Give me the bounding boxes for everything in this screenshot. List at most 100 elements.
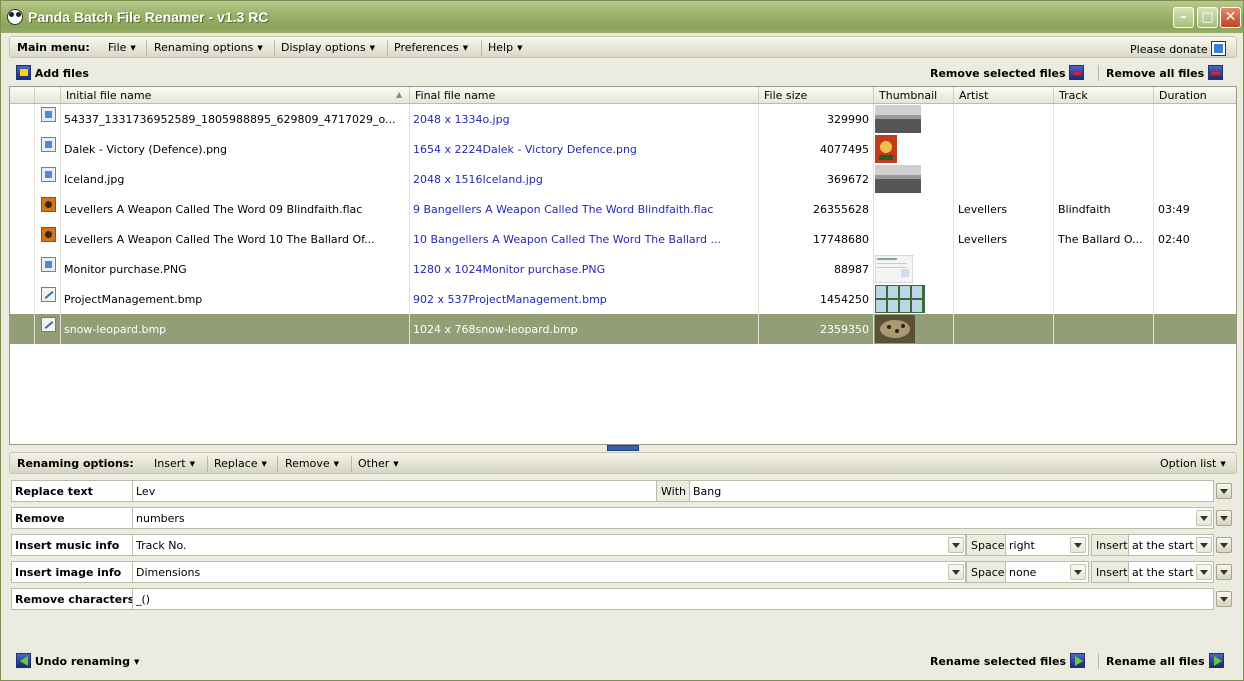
- chevron-down-icon: ▼: [333, 460, 340, 468]
- image-info-dropdown[interactable]: [948, 564, 964, 580]
- chevron-down-icon: ▼: [1220, 460, 1226, 468]
- music-space-dropdown[interactable]: [1070, 537, 1086, 553]
- audio-file-icon: [41, 227, 56, 242]
- options-menu-replace[interactable]: Replace ▼: [214, 457, 267, 470]
- image-info-select[interactable]: Dimensions: [132, 561, 966, 583]
- option-row-menu-dropdown[interactable]: [1216, 564, 1232, 580]
- panel-splitter-handle[interactable]: [607, 445, 639, 451]
- option-row-menu-dropdown[interactable]: [1216, 483, 1232, 499]
- initial-file-name-cell: Iceland.jpg: [64, 173, 125, 186]
- remove-select-dropdown[interactable]: [1196, 510, 1212, 526]
- menu-help[interactable]: Help ▼: [488, 41, 522, 54]
- bottom-toolbar: Undo renaming ▼ Rename selected files Ren…: [9, 649, 1237, 673]
- column-header-artist[interactable]: Artist: [959, 89, 988, 102]
- image-insert-label: Insert: [1091, 561, 1129, 583]
- menu-display-options-label: Display options: [281, 41, 366, 54]
- options-menu-remove[interactable]: Remove ▼: [285, 457, 339, 470]
- music-insert-dropdown[interactable]: [1196, 537, 1212, 553]
- rename-all-label: Rename all files: [1106, 655, 1205, 668]
- option-list-menu[interactable]: Option list ▼: [1160, 457, 1226, 470]
- options-menu-insert[interactable]: Insert ▼: [154, 457, 195, 470]
- column-header-duration[interactable]: Duration: [1159, 89, 1207, 102]
- final-file-name-cell: 902 x 537ProjectManagement.bmp: [413, 293, 607, 306]
- option-row-remove-characters: Remove characters _(): [11, 588, 1235, 610]
- replace-text-input[interactable]: Lev: [132, 480, 657, 502]
- add-files-button[interactable]: Add files: [16, 65, 89, 80]
- insert-image-info-label: Insert image info: [11, 561, 133, 583]
- column-header-thumbnail[interactable]: Thumbnail: [879, 89, 937, 102]
- image-file-icon: [41, 107, 56, 122]
- donate-label: Please donate: [1130, 43, 1208, 56]
- column-header-file-size[interactable]: File size: [764, 89, 807, 102]
- remove-icon: [1207, 65, 1223, 80]
- image-insert-dropdown[interactable]: [1196, 564, 1212, 580]
- donate-button[interactable]: Please donate: [1130, 41, 1227, 56]
- image-file-icon: [41, 167, 56, 182]
- file-size-cell: 329990: [827, 113, 869, 126]
- bitmap-file-icon: [41, 287, 56, 302]
- rename-selected-files-button[interactable]: Rename selected files: [930, 653, 1085, 668]
- chevron-down-icon: ▼: [462, 44, 469, 52]
- undo-arrow-icon: [16, 653, 31, 668]
- replace-with-input[interactable]: Bang: [689, 480, 1214, 502]
- initial-file-name-cell: ProjectManagement.bmp: [64, 293, 203, 306]
- thumbnail-image: [875, 285, 925, 316]
- maximize-button[interactable]: □: [1197, 7, 1218, 28]
- menu-display-options[interactable]: Display options ▼: [281, 41, 375, 54]
- file-size-cell: 88987: [834, 263, 869, 276]
- initial-file-name-cell: Dalek - Victory (Defence).png: [64, 143, 228, 156]
- play-arrow-icon: [1208, 653, 1224, 668]
- music-info-dropdown[interactable]: [948, 537, 964, 553]
- remove-selected-files-button[interactable]: Remove selected files: [930, 65, 1085, 80]
- chevron-down-icon: ▼: [130, 44, 136, 52]
- artist-cell: Levellers: [958, 203, 1008, 216]
- initial-file-name-cell: 54337_1331736952589_1805988895_629809_47…: [64, 113, 396, 126]
- add-files-icon: [16, 65, 31, 80]
- column-header-initial-file-name[interactable]: Initial file name: [66, 89, 151, 102]
- minimize-button[interactable]: –: [1173, 7, 1194, 28]
- menu-file[interactable]: File ▼: [108, 41, 136, 54]
- column-header-final-file-name[interactable]: Final file name: [415, 89, 495, 102]
- chevron-down-icon: ▼: [257, 44, 263, 52]
- track-cell: The Ballard O...: [1058, 233, 1143, 246]
- final-file-name-cell: 10 Bangellers A Weapon Called The Word T…: [413, 233, 721, 246]
- remove-characters-input[interactable]: _(): [132, 588, 1214, 610]
- thumbnail-image: [875, 165, 921, 196]
- final-file-name-cell: 1654 x 2224Dalek - Victory Defence.png: [413, 143, 637, 156]
- close-button[interactable]: ✕: [1220, 7, 1241, 28]
- renaming-options-label: Renaming options:: [17, 457, 134, 470]
- maximize-icon: □: [1201, 10, 1214, 25]
- undo-renaming-button[interactable]: Undo renaming ▼: [16, 653, 139, 668]
- remove-all-files-button[interactable]: Remove all files: [1106, 65, 1223, 80]
- remove-select[interactable]: numbers: [132, 507, 1214, 529]
- column-header-track[interactable]: Track: [1059, 89, 1088, 102]
- final-file-name-cell: 2048 x 1516Iceland.jpg: [413, 173, 543, 186]
- option-list-label: Option list: [1160, 457, 1217, 470]
- file-size-cell: 369672: [827, 173, 869, 186]
- title-bar[interactable]: Panda Batch File Renamer - v1.3 RC – □ ✕: [1, 1, 1243, 33]
- rename-selected-label: Rename selected files: [930, 655, 1067, 668]
- main-menu-label: Main menu:: [17, 41, 90, 54]
- donate-icon: [1211, 41, 1227, 56]
- chevron-down-icon: ▼: [393, 460, 399, 468]
- option-row-menu-dropdown[interactable]: [1216, 510, 1232, 526]
- initial-file-name-cell: Levellers A Weapon Called The Word 10 Th…: [64, 233, 375, 246]
- duration-cell: 03:49: [1158, 203, 1190, 216]
- music-info-select[interactable]: Track No.: [132, 534, 966, 556]
- file-list-grid[interactable]: Initial file name ▲ Final file name File…: [9, 86, 1237, 445]
- chevron-down-icon: ▼: [133, 658, 140, 666]
- menu-preferences[interactable]: Preferences ▼: [394, 41, 468, 54]
- file-size-cell: 4077495: [820, 143, 869, 156]
- menu-renaming-options[interactable]: Renaming options ▼: [154, 41, 263, 54]
- rename-all-files-button[interactable]: Rename all files: [1106, 653, 1224, 668]
- remove-all-label: Remove all files: [1106, 67, 1205, 80]
- image-space-dropdown[interactable]: [1070, 564, 1086, 580]
- add-files-label: Add files: [34, 67, 89, 80]
- options-menu-other[interactable]: Other ▼: [358, 457, 399, 470]
- artist-cell: Levellers: [958, 233, 1008, 246]
- remove-label: Remove: [11, 507, 133, 529]
- option-row-menu-dropdown[interactable]: [1216, 591, 1232, 607]
- option-row-menu-dropdown[interactable]: [1216, 537, 1232, 553]
- menu-help-label: Help: [488, 41, 514, 54]
- options-insert-label: Insert: [154, 457, 186, 470]
